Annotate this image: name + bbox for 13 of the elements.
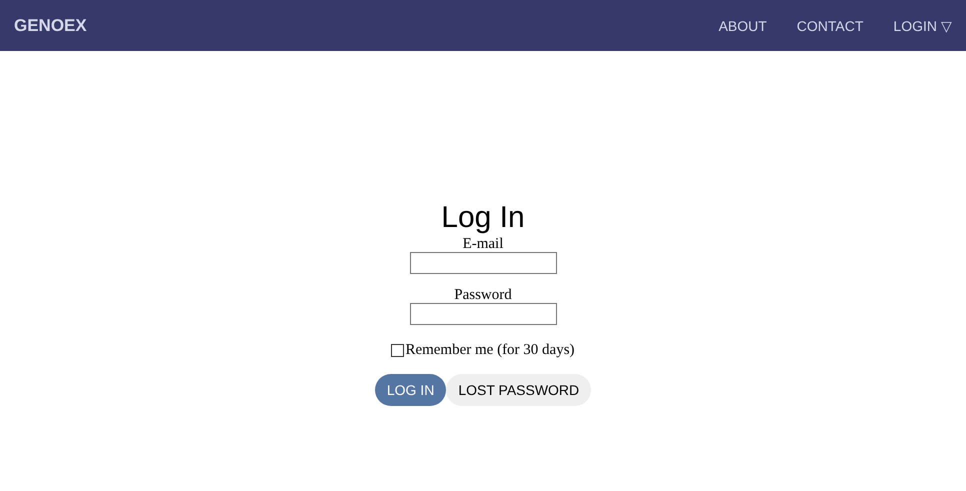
checkbox[interactable] bbox=[391, 344, 404, 357]
checkbox-label: Remember me (for 30 days) bbox=[405, 342, 575, 359]
input-field[interactable] bbox=[410, 252, 556, 274]
nav-link[interactable]: CONTACT bbox=[796, 18, 864, 34]
lost-password-button[interactable]: LOST PASSWORD bbox=[446, 374, 592, 406]
nav-link[interactable]: ABOUT bbox=[718, 18, 767, 34]
nav-link[interactable]: LOGIN ▽ bbox=[893, 18, 952, 34]
brand-logo[interactable]: GENOEX bbox=[14, 16, 87, 36]
field-label: Password bbox=[454, 287, 512, 303]
field-label: E-mail bbox=[462, 236, 504, 252]
input-field[interactable] bbox=[410, 303, 556, 325]
login-button[interactable]: LOG IN bbox=[374, 374, 446, 406]
page-title: Log In bbox=[441, 200, 525, 236]
